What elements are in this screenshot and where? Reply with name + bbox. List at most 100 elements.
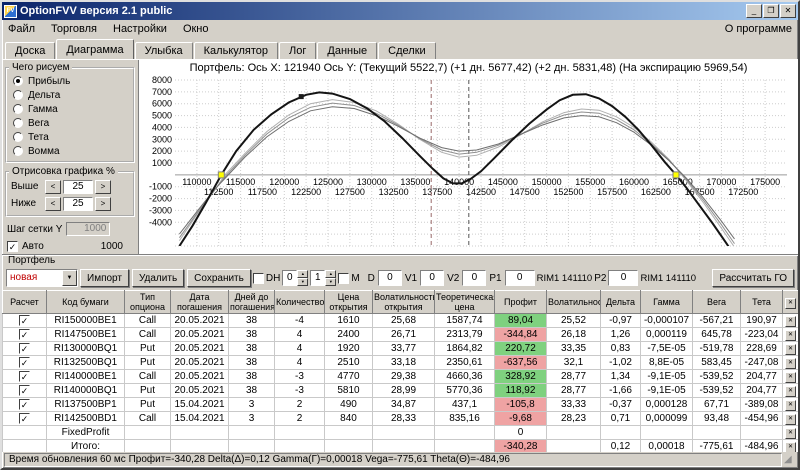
row-check-cell[interactable]: ✓ <box>3 342 47 356</box>
v2-field[interactable]: 0 <box>462 270 486 286</box>
column-header[interactable]: Цена открытия <box>325 291 373 314</box>
close-button[interactable]: ✕ <box>780 4 796 18</box>
radio-option-1[interactable]: Дельта <box>9 88 131 102</box>
radio-icon[interactable] <box>13 90 23 100</box>
radio-option-0[interactable]: Прибыль <box>9 74 131 88</box>
row-close-cell[interactable]: ✕ <box>783 328 799 342</box>
resize-grip[interactable]: ◢ <box>784 454 796 466</box>
row-close-icon[interactable]: ✕ <box>785 372 796 383</box>
radio-option-3[interactable]: Вега <box>9 116 131 130</box>
radio-icon[interactable] <box>13 118 23 128</box>
row-close-icon[interactable]: ✕ <box>785 428 796 439</box>
portfolio-button-2[interactable]: Сохранить <box>187 269 251 287</box>
tab-5[interactable]: Данные <box>317 42 377 59</box>
m-checkbox[interactable] <box>338 273 349 284</box>
row-close-cell[interactable]: ✕ <box>783 370 799 384</box>
close-icon[interactable]: ✕ <box>785 298 796 309</box>
column-header[interactable]: Теоретическая цена <box>435 291 495 314</box>
dh-spinner-2-value[interactable]: 1 <box>310 270 325 286</box>
radio-option-4[interactable]: Тета <box>9 130 131 144</box>
dh-checkbox[interactable] <box>253 273 264 284</box>
column-header[interactable]: Расчет <box>3 291 47 314</box>
row-close-icon[interactable]: ✕ <box>785 330 796 341</box>
row-close-icon[interactable]: ✕ <box>785 358 796 369</box>
maximize-button[interactable]: ❐ <box>763 4 779 18</box>
radio-icon[interactable] <box>13 76 23 86</box>
row-close-icon[interactable]: ✕ <box>785 400 796 411</box>
column-header[interactable]: Вега <box>693 291 741 314</box>
row-checkbox[interactable]: ✓ <box>19 371 30 382</box>
row-close-icon[interactable]: ✕ <box>785 386 796 397</box>
calc-go-button[interactable]: Рассчитать ГО <box>712 269 794 287</box>
grid-step-field[interactable]: 1000 <box>66 222 110 236</box>
titlebar[interactable]: FV OptionFVV версия 2.1 public _ ❐ ✕ <box>2 2 798 20</box>
row-close-cell[interactable]: ✕ <box>783 412 799 426</box>
row-checkbox[interactable]: ✓ <box>19 385 30 396</box>
dh-spinner-1-value[interactable]: 0 <box>282 270 297 286</box>
tab-0[interactable]: Доска <box>5 42 55 59</box>
row-check-cell[interactable]: ✓ <box>3 398 47 412</box>
row-check-cell[interactable]: ✓ <box>3 328 47 342</box>
spin-down-icon[interactable]: ▼ <box>325 278 336 286</box>
row-checkbox[interactable]: ✓ <box>19 329 30 340</box>
column-header[interactable]: Волатильность открытия <box>373 291 435 314</box>
row-checkbox[interactable]: ✓ <box>19 343 30 354</box>
tab-6[interactable]: Сделки <box>378 42 436 59</box>
row-close-cell[interactable]: ✕ <box>783 426 799 440</box>
minimize-button[interactable]: _ <box>746 4 762 18</box>
row-close-cell[interactable]: ✕ <box>783 440 799 453</box>
d-field[interactable]: 0 <box>378 270 402 286</box>
row-close-icon[interactable]: ✕ <box>785 344 796 355</box>
radio-option-2[interactable]: Гамма <box>9 102 131 116</box>
row-check-cell[interactable]: ✓ <box>3 384 47 398</box>
column-header[interactable]: Код бумаги <box>47 291 125 314</box>
radio-icon[interactable] <box>13 132 23 142</box>
row-checkbox[interactable]: ✓ <box>19 315 30 326</box>
tab-3[interactable]: Калькулятор <box>194 42 278 59</box>
column-header-close[interactable]: ✕ <box>783 291 799 314</box>
increment-button[interactable]: > <box>95 180 111 194</box>
column-header[interactable]: Волатильность <box>547 291 601 314</box>
row-check-cell[interactable]: ✓ <box>3 412 47 426</box>
row-checkbox[interactable]: ✓ <box>19 357 30 368</box>
profit-chart[interactable]: 80007000600050004000300020001000-1000-20… <box>141 76 795 248</box>
row-check-cell[interactable] <box>3 426 47 440</box>
row-check-cell[interactable]: ✓ <box>3 314 47 328</box>
tab-1[interactable]: Диаграмма <box>56 39 133 59</box>
spin-up-icon[interactable]: ▲ <box>325 270 336 278</box>
p1-field[interactable]: 0 <box>505 270 535 286</box>
column-header[interactable]: Профит <box>495 291 547 314</box>
column-header[interactable]: Дельта <box>601 291 641 314</box>
portfolio-combobox[interactable]: новая ▼ <box>6 269 78 287</box>
column-header[interactable]: Тип опциона <box>125 291 171 314</box>
column-header[interactable]: Тета <box>741 291 783 314</box>
menu-item-0[interactable]: Файл <box>8 23 35 35</box>
portfolio-button-0[interactable]: Импорт <box>80 269 129 287</box>
menu-item-1[interactable]: Торговля <box>51 23 97 35</box>
row-close-cell[interactable]: ✕ <box>783 342 799 356</box>
column-header[interactable]: Гамма <box>641 291 693 314</box>
decrement-button[interactable]: < <box>45 197 61 211</box>
spin-down-icon[interactable]: ▼ <box>297 278 308 286</box>
v1-field[interactable]: 0 <box>420 270 444 286</box>
auto-checkbox[interactable]: ✓ <box>7 241 18 252</box>
radio-option-5[interactable]: Вомма <box>9 144 131 158</box>
column-header[interactable]: Дата погашения <box>171 291 229 314</box>
column-header[interactable]: Дней до погашения <box>229 291 275 314</box>
dh-spinner-2[interactable]: 1 ▲ ▼ <box>310 270 336 286</box>
range-value-field[interactable]: 25 <box>63 180 93 194</box>
menu-item-3[interactable]: Окно <box>183 23 209 35</box>
spin-up-icon[interactable]: ▲ <box>297 270 308 278</box>
range-value-field[interactable]: 25 <box>63 197 93 211</box>
row-close-cell[interactable]: ✕ <box>783 384 799 398</box>
row-close-icon[interactable]: ✕ <box>785 414 796 425</box>
tab-4[interactable]: Лог <box>279 42 316 59</box>
row-close-icon[interactable]: ✕ <box>785 316 796 327</box>
decrement-button[interactable]: < <box>45 180 61 194</box>
row-close-icon[interactable]: ✕ <box>785 442 796 452</box>
row-check-cell[interactable]: ✓ <box>3 356 47 370</box>
row-check-cell[interactable]: ✓ <box>3 370 47 384</box>
row-checkbox[interactable]: ✓ <box>19 399 30 410</box>
radio-icon[interactable] <box>13 146 23 156</box>
tab-2[interactable]: Улыбка <box>135 42 193 59</box>
